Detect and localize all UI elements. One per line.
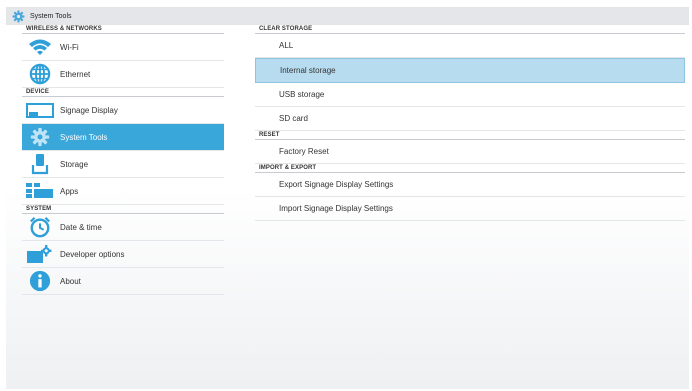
section-header-wireless-and-networks: WIRELESS & NETWORKS [22,25,224,34]
section-header-import-and-export: IMPORT & EXPORT [255,164,685,173]
section-header-reset: RESET [255,131,685,140]
settings-content: WIRELESS & NETWORKS Wi-Fi Ethernet DEVICE Si… [6,25,689,389]
developer-icon [22,241,58,267]
option-sd-card[interactable]: SD card [255,107,685,131]
sidebar-item-label: Apps [60,186,79,196]
sidebar-item-label: System Tools [60,132,108,142]
apps-icon [22,178,58,204]
sidebar-item-label: About [60,276,81,286]
info-icon [22,268,58,294]
sidebar-item-label: Wi-Fi [60,42,79,52]
settings-categories-pane: WIRELESS & NETWORKS Wi-Fi Ethernet DEVICE Si… [22,25,224,295]
clock-icon [22,214,58,240]
sidebar-item-label: Developer options [60,249,125,259]
gear-icon [12,10,25,23]
gear-icon [22,124,58,150]
storage-icon [22,151,58,177]
display-icon [22,97,58,123]
sidebar-item-ethernet[interactable]: Ethernet [22,61,224,88]
option-import-signage-display-settings[interactable]: Import Signage Display Settings [255,197,685,221]
sidebar-item-wi-fi[interactable]: Wi-Fi [22,34,224,61]
sidebar-item-developer-options[interactable]: Developer options [22,241,224,268]
system-tools-detail-pane: CLEAR STORAGE ALL Internal storage USB stor… [255,25,685,221]
sidebar-item-label: Date & time [60,222,102,232]
sidebar-item-apps[interactable]: Apps [22,178,224,205]
option-factory-reset[interactable]: Factory Reset [255,140,685,164]
ethernet-icon [22,61,58,87]
sidebar-item-date-and-time[interactable]: Date & time [22,214,224,241]
section-header-system: SYSTEM [22,205,224,214]
sidebar-item-system-tools[interactable]: System Tools [22,124,224,151]
option-export-signage-display-settings[interactable]: Export Signage Display Settings [255,173,685,197]
sidebar-item-label: Storage [60,159,89,169]
section-header-device: DEVICE [22,88,224,97]
section-header-clear-storage: CLEAR STORAGE [255,25,685,34]
sidebar-item-label: Ethernet [60,69,91,79]
window-title: System Tools [30,12,72,20]
option-internal-storage[interactable]: Internal storage [255,58,685,83]
sidebar-item-about[interactable]: About [22,268,224,295]
option-usb-storage[interactable]: USB storage [255,83,685,107]
sidebar-item-signage-display[interactable]: Signage Display [22,97,224,124]
title-bar: System Tools [6,7,689,25]
option-all[interactable]: ALL [255,34,685,58]
wifi-icon [22,34,58,60]
sidebar-item-storage[interactable]: Storage [22,151,224,178]
sidebar-item-label: Signage Display [60,105,118,115]
